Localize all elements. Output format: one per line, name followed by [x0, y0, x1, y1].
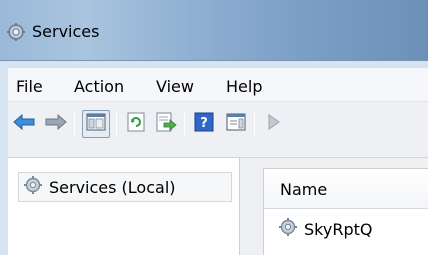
toolbar-separator	[74, 112, 75, 136]
title-bar[interactable]: Services	[0, 0, 428, 60]
properties-icon	[226, 113, 246, 135]
tree-item-label: Services (Local)	[49, 177, 176, 197]
forward-arrow-icon	[45, 113, 67, 134]
toolbar-separator	[116, 112, 117, 136]
refresh-button[interactable]	[122, 110, 150, 138]
show-hide-console-tree-button[interactable]	[82, 110, 110, 138]
service-name: SkyRptQ	[304, 219, 373, 239]
play-icon	[267, 113, 281, 135]
gear-icon	[278, 217, 298, 241]
back-button[interactable]	[10, 110, 38, 138]
gear-icon	[6, 22, 26, 42]
refresh-icon	[126, 112, 146, 136]
menu-file[interactable]: File	[16, 77, 43, 96]
list-item[interactable]: SkyRptQ	[278, 217, 372, 241]
window-title: Services	[32, 22, 100, 41]
menu-bar: File Action View Help	[8, 68, 428, 102]
svg-text:?: ?	[200, 116, 208, 131]
toolbar-separator	[254, 112, 255, 136]
menu-help[interactable]: Help	[226, 77, 262, 96]
start-service-button[interactable]	[260, 110, 288, 138]
properties-button[interactable]	[222, 110, 250, 138]
toolbar: ?	[8, 102, 428, 158]
forward-button[interactable]	[42, 110, 70, 138]
help-icon: ?	[194, 112, 214, 136]
help-button[interactable]: ?	[190, 110, 218, 138]
menu-action[interactable]: Action	[74, 77, 124, 96]
menu-view[interactable]: View	[156, 77, 194, 96]
gear-icon	[23, 175, 43, 199]
tree-item-services-local[interactable]: Services (Local)	[18, 172, 232, 202]
export-list-icon	[155, 112, 177, 136]
toolbar-separator	[184, 112, 185, 136]
console-tree-pane: Services (Local)	[8, 158, 240, 255]
show-hide-console-tree-icon	[86, 113, 106, 135]
export-list-button[interactable]	[152, 110, 180, 138]
services-list-pane: Name SkyRptQ	[263, 168, 428, 255]
pane-splitter[interactable]	[241, 158, 263, 255]
back-arrow-icon	[13, 113, 35, 134]
column-header-name[interactable]: Name	[264, 169, 428, 209]
column-header-label: Name	[280, 180, 328, 199]
